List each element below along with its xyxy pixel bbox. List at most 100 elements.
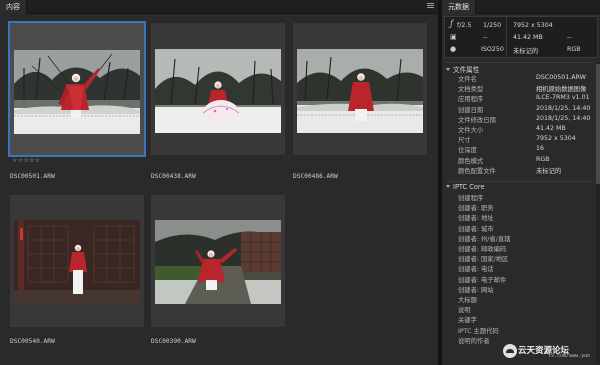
metadata-row: 颜色模式 RGB: [442, 156, 600, 165]
photo-girl-red-garden: [155, 220, 281, 304]
metadata-row: 应用程序 ILCE-7RM3 v1.01: [442, 94, 600, 104]
metadata-key: 位深度: [458, 147, 477, 155]
photo-girl-red-cape-snow: [14, 50, 140, 134]
thumbnail-filename: DSC00438.ARW: [151, 173, 196, 180]
metadata-value[interactable]: 未标记的: [536, 166, 561, 175]
metadata-key: 关键字: [458, 317, 477, 325]
metadata-row: 文档类型 相机原始数据图像: [442, 84, 600, 94]
shutter-value: 1/250: [483, 22, 502, 29]
metadata-row: 创建者: 网站: [442, 285, 600, 294]
cloud-logo-icon: [503, 344, 517, 358]
metadata-key: 创建者: 网站: [458, 286, 494, 294]
metadata-row: 创建者: 邮政编码: [442, 244, 600, 253]
photo-girl-red-building: [14, 220, 140, 304]
filesize-value: 41.42 MB: [513, 34, 543, 41]
metadata-key: 创建者: 电话: [458, 266, 494, 274]
metadata-value[interactable]: 41.42 MB: [536, 125, 566, 132]
section-iptc-core[interactable]: IPTC Core: [446, 183, 485, 191]
metadata-row: 说明: [442, 305, 600, 315]
metadata-key: 颜色模式: [458, 157, 484, 165]
metadata-key: 创建者: 州/省/直辖: [458, 235, 511, 243]
metadata-value[interactable]: 7952 x 5304: [536, 135, 576, 142]
metadata-key: 说明: [458, 307, 471, 315]
exposure-info: ƒ f/2.5 1/250 ▣ -- ● ISO250: [445, 17, 507, 57]
section-divider: [446, 181, 594, 182]
metadata-key: 说明的作者: [458, 337, 490, 345]
metadata-key: 创建者: 城市: [458, 225, 494, 233]
metadata-tab-strip: 元数据: [442, 0, 600, 14]
metadata-row: 尺寸 7952 x 5304: [442, 135, 600, 145]
camera-data-box: ƒ f/2.5 1/250 ▣ -- ● ISO250 7952 x 5304 …: [444, 16, 598, 58]
metadata-row: 创建程序: [442, 193, 600, 202]
metadata-row: 创建者: 职务: [442, 203, 600, 213]
metadata-key: 大标题: [458, 297, 477, 304]
content-tab-strip: 内容: [0, 0, 438, 14]
section-title: IPTC Core: [453, 183, 485, 191]
section-title: 文件属性: [453, 66, 480, 74]
panel-menu-icon[interactable]: [426, 2, 435, 11]
metadata-key: 创建者: 国家/地区: [458, 256, 509, 264]
metadata-key: 文档类型: [458, 86, 484, 94]
metadata-key: 创建者: 职务: [458, 205, 494, 213]
metadata-value[interactable]: RGB: [536, 156, 550, 163]
metadata-key: 尺寸: [458, 137, 471, 145]
metadata-value[interactable]: 16: [536, 145, 544, 152]
metadata-row: 关键字: [442, 315, 600, 325]
metering-icon: ▣: [450, 33, 457, 41]
photo-girl-red-cape-path: [297, 49, 423, 133]
metadata-key: 创建日期: [458, 106, 484, 114]
metadata-row: 创建者: 电子邮件: [442, 275, 600, 284]
metadata-value[interactable]: 2018/1/25, 14:40: [536, 115, 590, 122]
scrollbar-thumb[interactable]: [596, 64, 600, 184]
metadata-row: 创建者: 地址: [442, 213, 600, 223]
iso-value: ISO250: [481, 46, 504, 53]
thumbnail-filename: DSC00501.ARW: [10, 173, 55, 180]
metadata-value[interactable]: ILCE-7RM3 v1.01: [536, 94, 590, 101]
thumbnail-filename: DSC00390.ARW: [151, 338, 196, 345]
tab-content[interactable]: 内容: [0, 0, 27, 14]
watermark: 云天资源论坛 ts.com/www.yun: [500, 340, 600, 365]
metadata-row: 大标题: [442, 295, 600, 304]
metadata-key: 创建者: 电子邮件: [458, 276, 507, 284]
tab-metadata[interactable]: 元数据: [442, 0, 476, 14]
color-mode-value: RGB: [567, 46, 581, 53]
thumbnail-filename: DSC00540.ARW: [10, 338, 55, 345]
bitdepth-value: --: [567, 34, 572, 41]
metadata-key: 文件大小: [458, 127, 484, 134]
metadata-key: IPTC 主题代码: [458, 327, 499, 335]
aperture-icon: ƒ: [450, 19, 453, 28]
metadata-key: 应用程序: [458, 96, 484, 104]
metadata-key: 文件名: [458, 76, 477, 83]
metadata-key: 创建者: 邮政编码: [458, 246, 507, 253]
collapse-triangle-icon: [446, 185, 450, 188]
thumbnail-card[interactable]: DSC00486.ARW: [293, 23, 427, 180]
color-profile-value: 未标记的: [513, 48, 539, 55]
metadata-row: 创建者: 州/省/直辖: [442, 234, 600, 243]
metadata-value[interactable]: DSC00501.ARW: [536, 74, 586, 81]
metadata-row: 文件大小 41.42 MB: [442, 125, 600, 134]
thumbnail-card[interactable]: DSC00438.ARW: [151, 23, 285, 180]
metadata-row: 文件修改日期 2018/1/25, 14:40: [442, 115, 600, 124]
metadata-row: 创建者: 电话: [442, 264, 600, 274]
metadata-row: 颜色配置文件 未标记的: [442, 166, 600, 175]
metadata-row: 位深度 16: [442, 145, 600, 155]
thumbnail-card[interactable]: DSC00540.ARW: [10, 195, 144, 345]
section-file-properties[interactable]: 文件属性: [446, 64, 479, 74]
aperture-value: f/2.5: [457, 22, 472, 29]
exposure-comp-value: --: [483, 34, 488, 41]
watermark-url: ts.com/www.yun: [548, 353, 591, 359]
person-icon: ●: [450, 45, 457, 53]
metadata-row: 创建日期 2018/1/25, 14:40: [442, 105, 600, 114]
thumbnail-card[interactable]: DSC00390.ARW: [151, 195, 285, 345]
section-divider: [446, 62, 594, 63]
thumbnail-grid: ☆☆☆☆☆ DSC00501.ARW DSC00438.ARW DSC00486…: [0, 15, 438, 365]
star-rating[interactable]: ☆☆☆☆☆: [12, 157, 40, 164]
metadata-key: 文件修改日期: [458, 116, 496, 124]
thumbnail-card[interactable]: ☆☆☆☆☆ DSC00501.ARW: [8, 21, 146, 180]
metadata-row: IPTC 主题代码: [442, 326, 600, 335]
collapse-triangle-icon: [446, 68, 450, 71]
metadata-value[interactable]: 2018/1/25, 14:40: [536, 105, 590, 112]
thumbnail-filename: DSC00486.ARW: [293, 173, 338, 180]
metadata-value[interactable]: 相机原始数据图像: [536, 84, 586, 93]
metadata-key: 创建者: 地址: [458, 215, 494, 223]
